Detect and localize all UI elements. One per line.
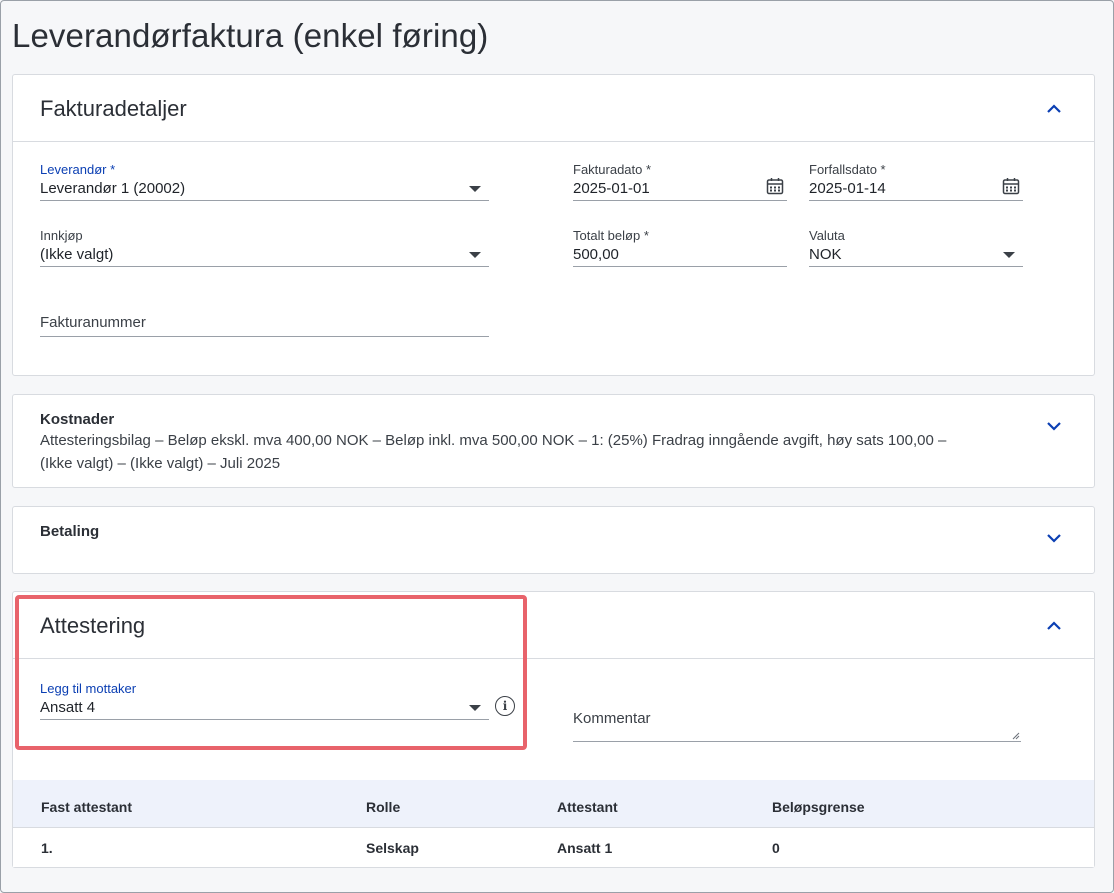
field-value: Ansatt 4 [40, 699, 96, 716]
column-header: Attestant [557, 799, 618, 815]
field-value: Leverandør 1 (20002) [40, 180, 186, 197]
card-header[interactable]: Fakturadetaljer [13, 75, 1094, 142]
card-attestering: Attestering Legg til mottaker Ansatt 4 i… [12, 591, 1095, 868]
caret-down-icon[interactable] [1003, 252, 1015, 258]
field-label: Fakturadato * [573, 162, 652, 177]
forfallsdato-field[interactable]: Forfallsdato * 2025-01-14 [809, 162, 1023, 201]
field-label: Leverandør * [40, 162, 116, 177]
cell-attestant: Ansatt 1 [557, 840, 613, 856]
caret-down-icon[interactable] [469, 705, 481, 711]
calendar-icon[interactable] [1001, 176, 1021, 196]
kostnader-summary: Attesteringsbilag – Beløp ekskl. mva 400… [40, 429, 1040, 475]
field-label: Innkjøp [40, 228, 83, 243]
summary-line: (Ikke valgt) – (Ikke valgt) – Juli 2025 [40, 455, 281, 472]
card-betaling[interactable]: Betaling [12, 506, 1095, 574]
table-row[interactable]: 1. Selskap Ansatt 1 0 [13, 827, 1094, 867]
table-header: Fast attestant Rolle Attestant Beløpsgre… [13, 780, 1094, 827]
section-title: Fakturadetaljer [40, 96, 187, 121]
field-label: Forfallsdato * [809, 162, 886, 177]
chevron-down-icon[interactable] [1046, 420, 1062, 432]
field-value: 500,00 [573, 246, 619, 263]
summary-line: Attesteringsbilag – Beløp ekskl. mva 400… [40, 432, 947, 449]
field-label: Totalt beløp * [573, 228, 649, 243]
caret-down-icon[interactable] [469, 252, 481, 258]
cell-belopsgrense: 0 [772, 840, 780, 856]
card-header[interactable]: Attestering [13, 592, 1094, 659]
column-header: Fast attestant [41, 799, 133, 815]
totalt-belop-field[interactable]: Totalt beløp * 500,00 [573, 228, 787, 267]
resize-handle-icon[interactable] [1012, 732, 1020, 740]
chevron-up-icon[interactable] [1046, 102, 1062, 114]
field-value: 2025-01-14 [809, 180, 886, 197]
fakturadato-field[interactable]: Fakturadato * 2025-01-01 [573, 162, 787, 201]
innkjop-select[interactable]: Innkjøp (Ikke valgt) [40, 228, 489, 267]
chevron-down-icon[interactable] [1046, 532, 1062, 544]
field-placeholder: Kommentar [573, 710, 651, 727]
field-placeholder: Fakturanummer [40, 314, 146, 331]
leverandor-select[interactable]: Leverandør * Leverandør 1 (20002) [40, 162, 489, 201]
card-kostnader[interactable]: Kostnader Attesteringsbilag – Beløp eksk… [12, 394, 1095, 488]
kommentar-textarea[interactable]: Kommentar [573, 702, 1021, 742]
cell-nr: 1. [41, 840, 53, 856]
section-title: Attestering [40, 613, 146, 638]
field-label: Legg til mottaker [40, 681, 137, 696]
app-window: Leverandørfaktura (enkel føring) Faktura… [0, 0, 1114, 893]
column-header: Rolle [366, 799, 401, 815]
section-title: Kostnader [40, 411, 115, 428]
cell-rolle: Selskap [366, 840, 419, 856]
field-value: NOK [809, 246, 842, 263]
page-title: Leverandørfaktura (enkel føring) [12, 17, 489, 54]
fakturanummer-field[interactable]: Fakturanummer [40, 311, 489, 337]
column-header: Beløpsgrense [772, 799, 865, 815]
legg-til-mottaker-select[interactable]: Legg til mottaker Ansatt 4 [40, 681, 489, 720]
calendar-icon[interactable] [765, 176, 785, 196]
chevron-up-icon[interactable] [1046, 619, 1062, 631]
valuta-select[interactable]: Valuta NOK [809, 228, 1023, 267]
caret-down-icon[interactable] [469, 186, 481, 192]
field-value: (Ikke valgt) [40, 246, 114, 263]
card-fakturadetaljer: Fakturadetaljer Leverandør * Leverandør … [12, 74, 1095, 376]
info-icon[interactable]: i [495, 696, 515, 716]
field-label: Valuta [809, 228, 845, 243]
field-value: 2025-01-01 [573, 180, 650, 197]
attestant-table: Fast attestant Rolle Attestant Beløpsgre… [13, 780, 1094, 867]
section-title: Betaling [40, 523, 100, 540]
